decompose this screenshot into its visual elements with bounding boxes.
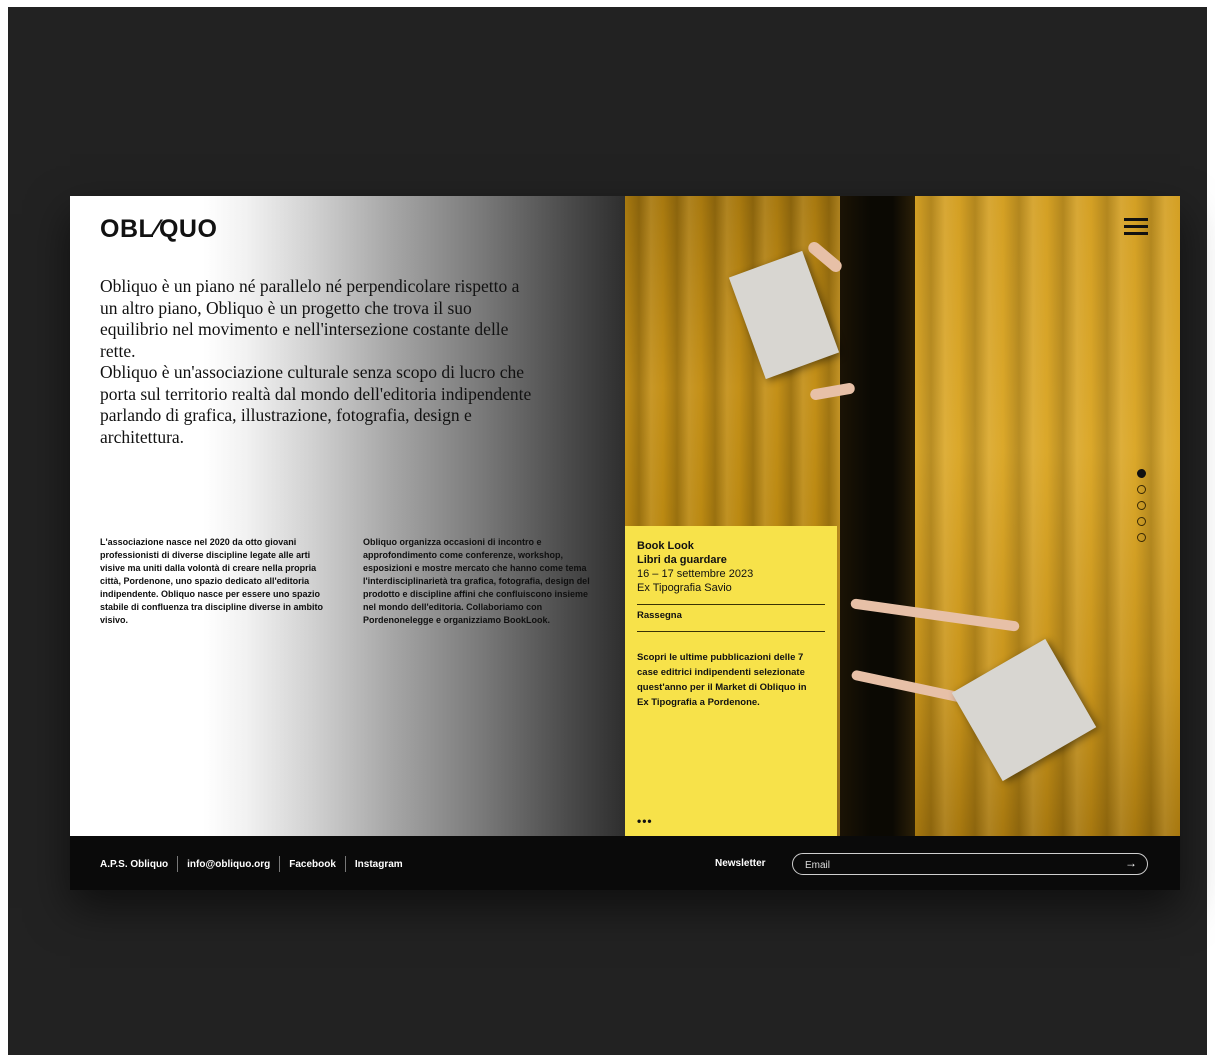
- footer-link-instagram[interactable]: Instagram: [355, 859, 403, 870]
- divider: [279, 856, 281, 872]
- slider-dot-1[interactable]: [1137, 469, 1146, 478]
- slider-dot-5[interactable]: [1137, 533, 1146, 542]
- footer-link-facebook[interactable]: Facebook: [289, 859, 336, 870]
- arrow-right-icon[interactable]: →: [1125, 856, 1137, 870]
- website-mockup: OBL⁄QUO Obliquo è un piano né parallelo …: [70, 196, 1180, 890]
- more-icon[interactable]: •••: [637, 814, 653, 828]
- event-title: Book Look: [637, 540, 694, 552]
- slider-dot-4[interactable]: [1137, 517, 1146, 526]
- event-description: Scopri le ultime pubblicazioni delle 7 c…: [637, 652, 807, 708]
- footer: A.P.S. Obliquo info@obliquo.org Facebook…: [70, 836, 1180, 890]
- slider-dot-2[interactable]: [1137, 485, 1146, 494]
- divider: [637, 631, 825, 632]
- menu-icon[interactable]: [1124, 218, 1148, 236]
- slider-dot-3[interactable]: [1137, 501, 1146, 510]
- footer-link-association[interactable]: A.P.S. Obliquo: [100, 859, 168, 870]
- about-column-right: Obliquo organizza occasioni di incontro …: [363, 537, 590, 625]
- intro-paragraph: Obliquo è un piano né parallelo né perpe…: [100, 276, 520, 361]
- newsletter-label: Newsletter: [715, 858, 766, 869]
- footer-link-email[interactable]: info@obliquo.org: [187, 859, 270, 870]
- newsletter-email-input[interactable]: [803, 856, 1097, 874]
- event-subtitle: Libri da guardare: [637, 554, 727, 566]
- intro-paragraph: Obliquo è un'associazione culturale senz…: [100, 362, 532, 447]
- divider: [344, 856, 346, 872]
- slider-pagination: [1137, 469, 1151, 549]
- hand-illustration: [805, 239, 845, 275]
- footer-links: A.P.S. Obliquo info@obliquo.org Facebook…: [100, 856, 403, 872]
- book-illustration: [728, 250, 840, 380]
- newsletter-form: →: [792, 853, 1148, 875]
- about-column-left: L'associazione nasce nel 2020 da otto gi…: [100, 537, 324, 625]
- screenshot-frame: OBL⁄QUO Obliquo è un piano né parallelo …: [8, 7, 1207, 1055]
- intro-panel: OBL⁄QUO Obliquo è un piano né parallelo …: [70, 196, 625, 836]
- curtain-gap: [840, 196, 915, 836]
- event-card[interactable]: Book Look Libri da guardare 16 – 17 sett…: [625, 526, 837, 836]
- logo[interactable]: OBL⁄QUO: [100, 215, 217, 244]
- divider: [177, 856, 179, 872]
- intro-text: Obliquo è un piano né parallelo né perpe…: [100, 276, 540, 448]
- event-category: Rassegna: [637, 610, 682, 621]
- divider: [637, 604, 825, 605]
- event-venue: Ex Tipografia Savio: [637, 582, 732, 594]
- event-dates: 16 – 17 settembre 2023: [637, 568, 754, 580]
